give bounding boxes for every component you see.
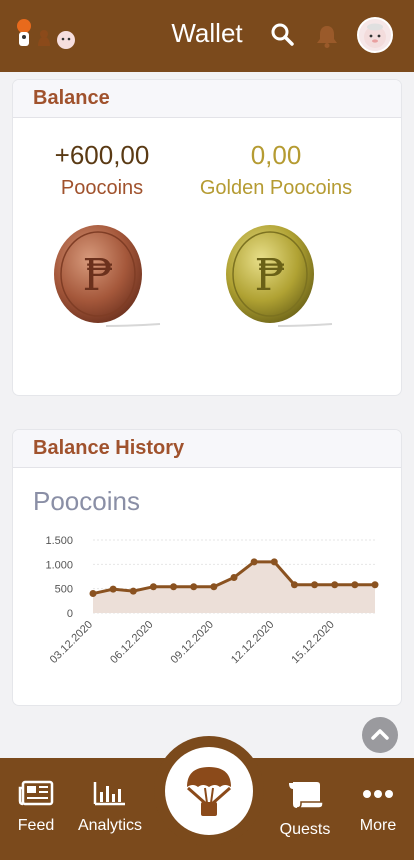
balance-history-heading: Balance History <box>33 437 185 459</box>
data-point <box>210 583 218 591</box>
nav-analytics-label: Analytics <box>77 817 143 834</box>
data-point <box>270 558 278 566</box>
scroll-to-top-button[interactable] <box>362 717 398 753</box>
golden-poocoins-label: Golden Poocoins <box>199 177 353 199</box>
data-point <box>250 558 258 566</box>
golden-poocoins-balance: 0,00 Golden Poocoins <box>179 140 373 200</box>
data-point <box>109 585 117 593</box>
y-tick-label: 1.500 <box>45 535 73 547</box>
more-dots-icon <box>363 790 393 798</box>
nav-feed-label: Feed <box>17 817 55 834</box>
y-tick-label: 500 <box>55 584 73 596</box>
balance-card: Balance +600,00 Poocoins 0,00 Golden Poo… <box>13 80 401 395</box>
x-tick-label: 06.12.2020 <box>108 619 155 666</box>
data-point <box>129 587 137 595</box>
balance-history-header: Balance History <box>13 430 401 468</box>
data-point <box>311 581 319 589</box>
newspaper-icon <box>18 780 54 806</box>
nav-more[interactable]: More <box>338 780 414 835</box>
data-point <box>371 581 379 589</box>
data-point <box>170 583 178 591</box>
gold-coin-icon: ₱ <box>223 222 333 334</box>
airdrop-button[interactable] <box>165 747 253 835</box>
nav-quests-label: Quests <box>279 821 331 838</box>
balance-card-header: Balance <box>13 80 401 118</box>
y-tick-label: 1.000 <box>45 559 73 571</box>
svg-text:₱: ₱ <box>82 250 113 301</box>
data-point <box>89 590 97 598</box>
data-point <box>230 573 238 581</box>
search-icon[interactable] <box>270 22 294 46</box>
nav-quests[interactable]: Quests <box>265 780 345 839</box>
app-header: Wallet <box>0 0 414 72</box>
nav-more-label: More <box>359 817 397 834</box>
data-point <box>149 583 157 591</box>
poocoins-value: +600,00 <box>54 140 150 170</box>
notification-bell-icon[interactable] <box>316 24 338 48</box>
page-title: Wallet <box>171 18 243 48</box>
bronze-coin-icon: ₱ <box>51 222 161 334</box>
poocoins-balance: +600,00 Poocoins <box>13 140 199 200</box>
nav-analytics[interactable]: Analytics <box>70 780 150 835</box>
balance-chart: 1.500 1.000 500 003.12.2020 06.12.2020 09.12.… <box>45 535 379 666</box>
nav-feed[interactable]: Feed <box>0 780 76 835</box>
data-point <box>190 583 198 591</box>
scroll-icon <box>289 782 324 809</box>
chart-title: Poocoins <box>33 486 140 516</box>
poocoins-label: Poocoins <box>60 177 144 199</box>
chevron-up-icon <box>371 729 389 740</box>
x-tick-label: 15.12.2020 <box>289 619 336 666</box>
x-tick-label: 09.12.2020 <box>169 619 216 666</box>
data-point <box>290 581 298 589</box>
avatar[interactable] <box>357 17 393 53</box>
data-point <box>331 581 339 589</box>
y-tick-label: 0 <box>67 608 73 620</box>
x-tick-label: 03.12.2020 <box>48 619 95 666</box>
data-point <box>351 581 359 589</box>
golden-poocoins-value: 0,00 <box>250 140 302 170</box>
balance-history-card: Balance History Poocoins 1.500 1.000 500 0 0… <box>13 430 401 705</box>
svg-text:₱: ₱ <box>254 250 285 301</box>
balance-heading: Balance <box>33 87 110 109</box>
parachute-icon <box>187 767 231 816</box>
bar-chart-icon <box>93 782 125 806</box>
x-tick-label: 12.12.2020 <box>229 619 276 666</box>
